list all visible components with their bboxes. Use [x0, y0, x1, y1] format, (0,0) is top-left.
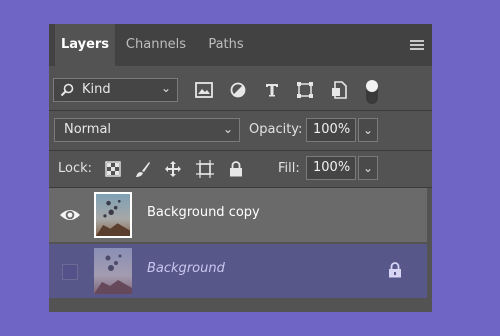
lock-transparent-pixels-icon[interactable]: [103, 159, 123, 179]
image-filter-icon[interactable]: [193, 79, 215, 101]
lock-icon: [389, 262, 401, 278]
blend-mode-dropdown[interactable]: Normal ⌄: [54, 118, 240, 142]
opacity-input[interactable]: 100%: [306, 118, 356, 142]
tab-layers[interactable]: Layers: [55, 24, 115, 66]
layer-row-background[interactable]: Background: [49, 244, 427, 298]
tab-channels[interactable]: Channels: [117, 24, 195, 66]
eye-icon[interactable]: [59, 205, 81, 225]
panel-menu-icon[interactable]: [410, 40, 424, 50]
panel-bottom: [49, 300, 432, 312]
lock-all-icon[interactable]: [226, 159, 246, 179]
layer-name[interactable]: Background: [147, 261, 225, 276]
chevron-down-icon: ⌄: [222, 122, 233, 136]
divider: [49, 150, 432, 151]
search-icon: [60, 83, 74, 97]
opacity-label: Opacity:: [249, 122, 303, 137]
opacity-slider-button[interactable]: ⌄: [358, 118, 378, 142]
layer-name[interactable]: Background copy: [147, 205, 260, 220]
layer-thumbnail: [94, 248, 132, 294]
visibility-toggle[interactable]: [62, 264, 78, 280]
fill-input[interactable]: 100%: [306, 156, 356, 180]
layers-panel: Layers Channels Paths Kind ⌄ Normal ⌄ Op…: [49, 24, 432, 312]
kind-filter-label: Kind: [82, 82, 111, 97]
panel-tab-bar: Layers Channels Paths: [49, 24, 432, 66]
chevron-down-icon: ⌄: [160, 81, 171, 95]
type-filter-icon[interactable]: [261, 79, 283, 101]
adjustment-filter-icon[interactable]: [227, 79, 249, 101]
tab-paths[interactable]: Paths: [199, 24, 253, 66]
lock-position-icon[interactable]: [163, 159, 183, 179]
layer-thumbnail: [94, 192, 132, 238]
kind-filter-dropdown[interactable]: Kind ⌄: [53, 78, 178, 102]
blend-mode-label: Normal: [64, 122, 112, 137]
filter-toggle[interactable]: [366, 80, 378, 104]
smart-object-filter-icon[interactable]: [328, 79, 350, 101]
lock-label: Lock:: [58, 161, 93, 176]
fill-slider-button[interactable]: ⌄: [358, 156, 378, 180]
lock-artboard-icon[interactable]: [195, 159, 215, 179]
lock-image-pixels-icon[interactable]: [133, 159, 153, 179]
divider: [49, 110, 432, 111]
fill-label: Fill:: [278, 161, 300, 176]
layer-row-background-copy[interactable]: Background copy: [49, 188, 427, 242]
shape-filter-icon[interactable]: [294, 79, 316, 101]
